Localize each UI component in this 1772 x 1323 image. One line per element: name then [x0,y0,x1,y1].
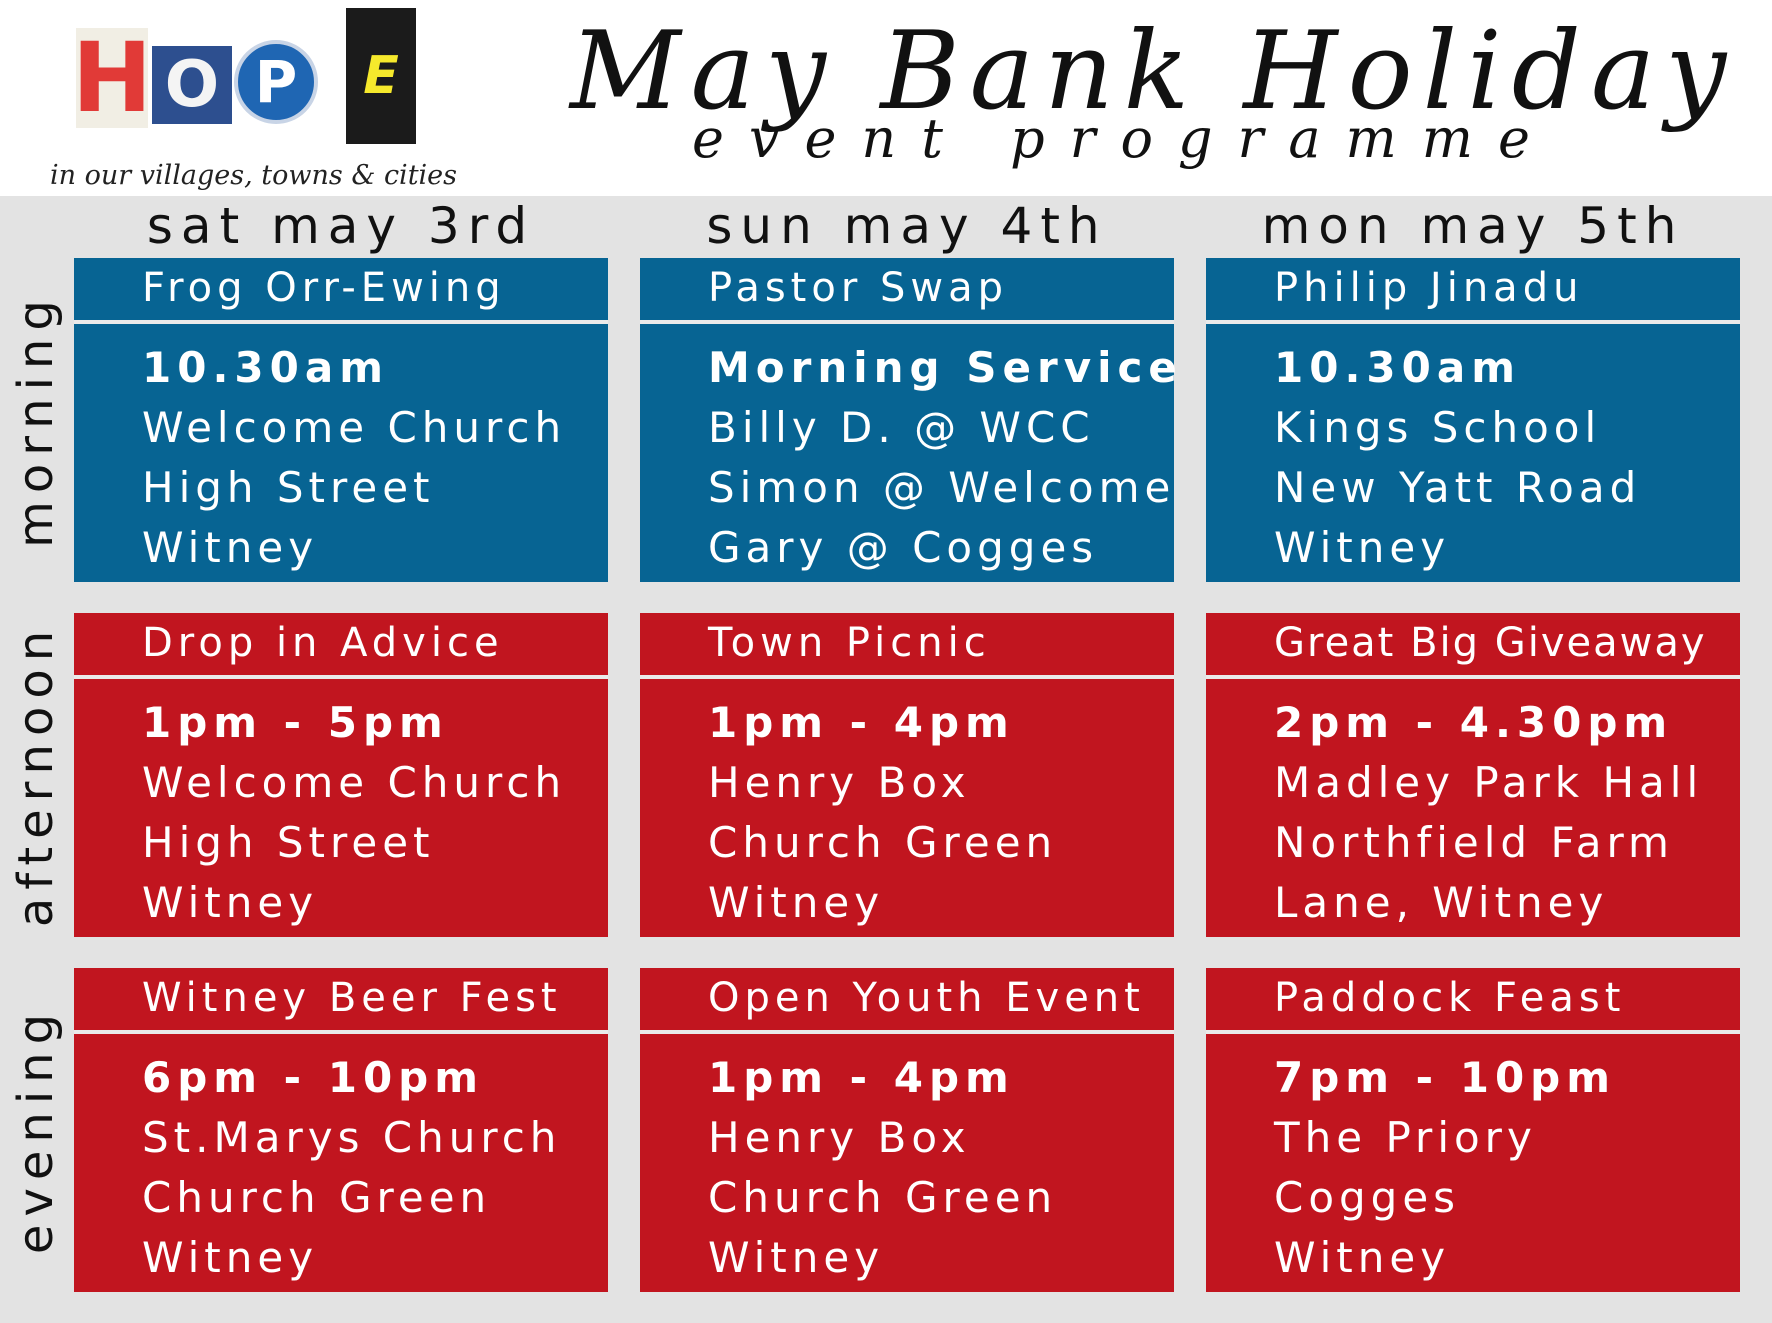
event-address: Church Green [142,1173,492,1222]
event-details: 10.30am Welcome Church High Street Witne… [74,324,608,582]
event-venue: Henry Box [708,758,971,807]
event-details: 6pm - 10pm St.Marys Church Church Green … [74,1034,608,1292]
event-time: 1pm - 5pm [142,698,449,747]
event-address: Northfield Farm [1274,818,1674,867]
event-town: Witney [1274,523,1451,572]
event-card-mon-afternoon: Great Big Giveaway 2pm - 4.30pm Madley P… [1206,613,1740,937]
event-details: 1pm - 4pm Henry Box Church Green Witney [640,679,1174,937]
event-venue: The Priory [1274,1113,1537,1162]
event-title: Pastor Swap [640,258,1174,320]
event-town: Witney [1274,1233,1451,1282]
event-card-sun-morning: Pastor Swap Morning Service Billy D. @ W… [640,258,1183,582]
header: H O P E in our villages, towns & cities … [0,0,1772,196]
period-label-afternoon: afternoon [8,622,65,928]
event-details: 7pm - 10pm The Priory Cogges Witney [1206,1034,1740,1292]
event-address: Cogges [1274,1173,1461,1222]
event-title: Great Big Giveaway [1206,613,1740,675]
event-venue: Madley Park Hall [1274,758,1704,807]
event-address: High Street [142,463,435,512]
day-heading-sat: sat may 3rd [146,197,536,255]
event-title: Philip Jinadu [1206,258,1740,320]
event-town: Witney [142,523,319,572]
event-card-sun-afternoon: Town Picnic 1pm - 4pm Henry Box Church G… [640,613,1174,937]
event-details: 10.30am Kings School New Yatt Road Witne… [1206,324,1740,582]
period-label-evening: evening [8,1005,64,1255]
event-town: Witney [142,1233,319,1282]
event-address: Simon @ Welcome [708,463,1176,512]
event-card-mon-morning: Philip Jinadu 10.30am Kings School New Y… [1206,258,1740,582]
event-title: Town Picnic [640,613,1174,675]
event-venue: Welcome Church [142,758,567,807]
page-subtitle: event programme [692,107,1555,170]
logo-letter-p: P [234,40,318,124]
event-details: 1pm - 4pm Henry Box Church Green Witney [640,1034,1174,1292]
event-time: 2pm - 4.30pm [1274,698,1674,747]
day-heading-sun: sun may 4th [706,197,1108,255]
event-title: Witney Beer Fest [74,968,608,1030]
logo-letter-o: O [152,46,232,124]
event-venue: Welcome Church [142,403,567,452]
event-time: 1pm - 4pm [708,1053,1015,1102]
event-venue: Billy D. @ WCC [708,403,1095,452]
event-venue: Henry Box [708,1113,971,1162]
event-time: Morning Service [708,343,1183,392]
event-title: Frog Orr-Ewing [74,258,608,320]
event-title: Drop in Advice [74,613,608,675]
event-details: 1pm - 5pm Welcome Church High Street Wit… [74,679,608,937]
event-address: Church Green [708,818,1058,867]
event-town: Witney [142,878,319,927]
event-town: Gary @ Cogges [708,523,1099,572]
event-time: 7pm - 10pm [1274,1053,1617,1102]
event-card-sun-evening: Open Youth Event 1pm - 4pm Henry Box Chu… [640,968,1174,1292]
day-heading-mon: mon may 5th [1261,197,1685,255]
event-address: Church Green [708,1173,1058,1222]
event-time: 10.30am [142,343,389,392]
logo-letter-h: H [71,22,153,134]
event-card-sat-afternoon: Drop in Advice 1pm - 5pm Welcome Church … [74,613,608,937]
event-card-sat-evening: Witney Beer Fest 6pm - 10pm St.Marys Chu… [74,968,608,1292]
event-venue: St.Marys Church [142,1113,562,1162]
event-address: New Yatt Road [1274,463,1642,512]
event-title: Paddock Feast [1206,968,1740,1030]
event-card-mon-evening: Paddock Feast 7pm - 10pm The Priory Cogg… [1206,968,1740,1292]
event-time: 6pm - 10pm [142,1053,485,1102]
event-address: High Street [142,818,435,867]
period-label-morning: morning [8,292,65,548]
logo-letter-e: E [346,8,416,144]
event-town: Lane, Witney [1274,878,1609,927]
hope-logo: H O P E [68,8,418,153]
event-card-sat-morning: Frog Orr-Ewing 10.30am Welcome Church Hi… [74,258,608,582]
event-town: Witney [708,878,885,927]
event-details: 2pm - 4.30pm Madley Park Hall Northfield… [1206,679,1740,937]
event-town: Witney [708,1233,885,1282]
event-title: Open Youth Event [640,968,1174,1030]
event-time: 10.30am [1274,343,1521,392]
logo-tagline: in our villages, towns & cities [50,160,458,191]
event-venue: Kings School [1274,403,1602,452]
event-details: Morning Service Billy D. @ WCC Simon @ W… [640,324,1183,582]
event-time: 1pm - 4pm [708,698,1015,747]
